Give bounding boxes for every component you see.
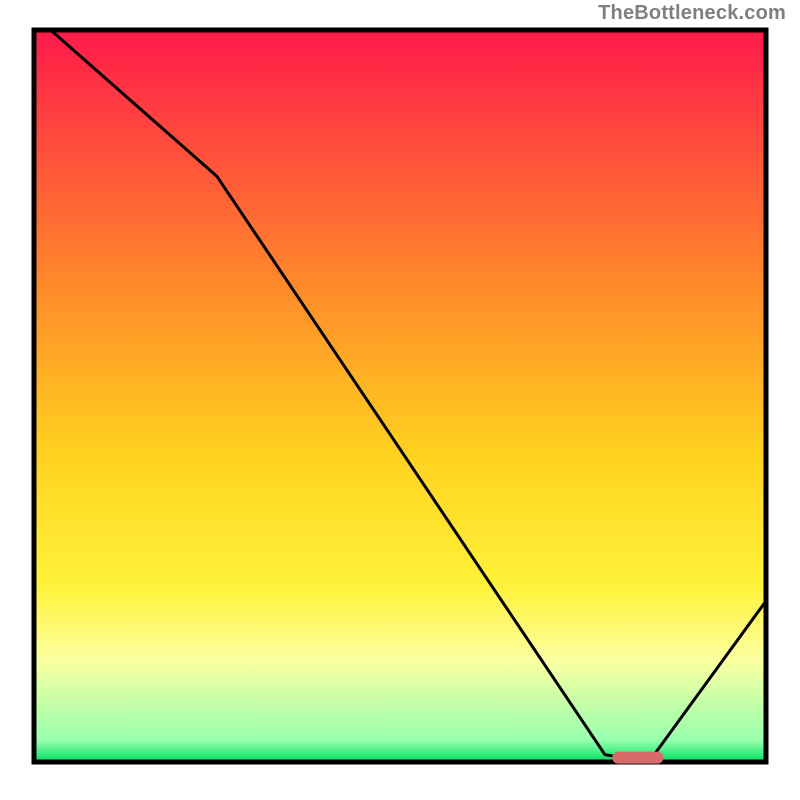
watermark-text: TheBottleneck.com bbox=[598, 2, 786, 25]
optimal-zone-marker bbox=[612, 752, 663, 764]
bottleneck-heatmap-chart bbox=[30, 26, 770, 766]
heatmap-background bbox=[34, 30, 766, 762]
chart-svg bbox=[30, 26, 770, 766]
